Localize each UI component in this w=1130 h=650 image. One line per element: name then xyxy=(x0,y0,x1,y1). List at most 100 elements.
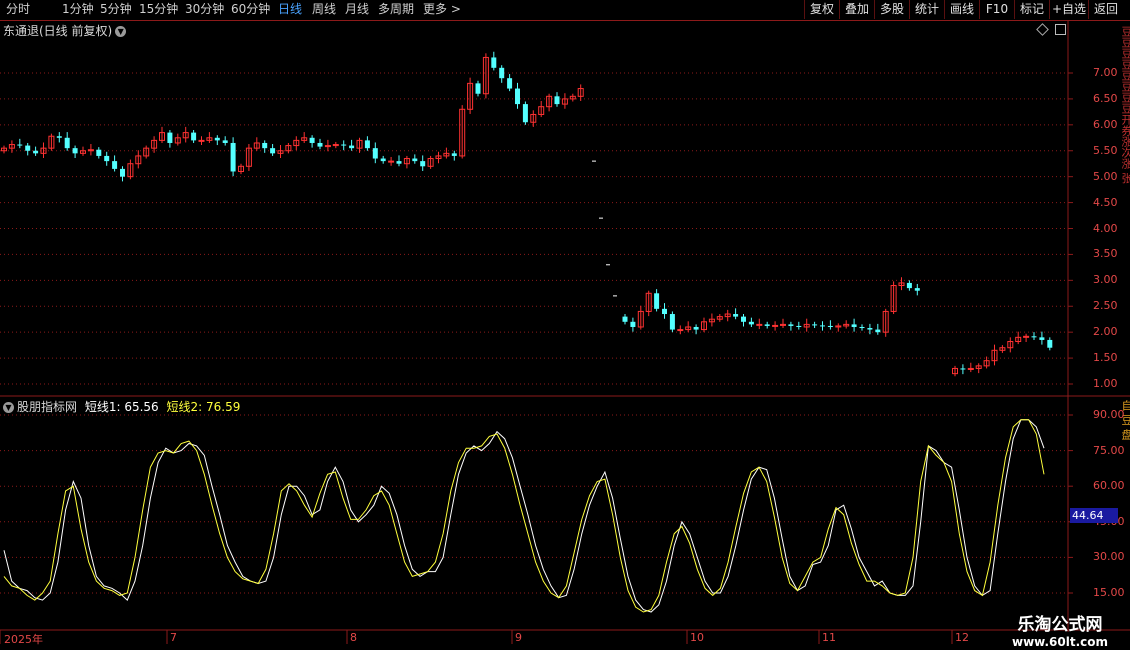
candle-body xyxy=(499,67,505,79)
line1-label: 短线1: 65.56 xyxy=(84,400,159,414)
candle-body xyxy=(230,142,236,172)
watermark-url: www.60lt.com xyxy=(1011,635,1109,649)
candle-body xyxy=(741,316,746,322)
candle-body xyxy=(827,325,833,327)
price-tick: 6.00 xyxy=(1093,117,1118,131)
candle-body xyxy=(796,325,802,327)
candle-body xyxy=(167,132,173,143)
candle-body xyxy=(859,326,865,329)
candle-body xyxy=(198,139,205,142)
candle-body xyxy=(772,324,779,327)
candle-body xyxy=(654,293,660,309)
candle-body xyxy=(522,104,528,123)
candle-body xyxy=(380,158,386,162)
candle-body xyxy=(420,161,426,167)
x-tick: 8 xyxy=(350,631,357,644)
candle-body xyxy=(906,282,912,289)
price-tick: 4.00 xyxy=(1093,221,1118,235)
indicator-title-row: ▼ 股朋指标网 短线1: 65.56 短线2: 76.59 xyxy=(3,398,240,415)
x-tick: 11 xyxy=(822,631,836,644)
candle-body xyxy=(112,161,118,169)
candle-body xyxy=(756,323,763,326)
candle-body xyxy=(630,321,636,327)
candle-body xyxy=(96,149,102,156)
candle-body xyxy=(867,328,873,330)
candle-body xyxy=(507,78,513,89)
candle-body xyxy=(270,148,276,154)
line2-label: 短线2: 76.59 xyxy=(166,400,241,414)
candle-body xyxy=(491,57,497,68)
watermark-name: 乐淘公式网 xyxy=(1017,615,1103,635)
candle-body xyxy=(364,140,370,149)
price-tick: 3.50 xyxy=(1093,247,1118,261)
indicator-line-1 xyxy=(3,419,1045,613)
price-tick: 7.00 xyxy=(1093,66,1118,79)
x-tick: 7 xyxy=(170,631,177,644)
candle-body xyxy=(820,325,825,327)
candle-body xyxy=(914,288,920,291)
candle-body xyxy=(669,314,675,330)
candle-body xyxy=(1031,336,1037,338)
candle-body xyxy=(191,132,197,141)
candle-body xyxy=(317,142,323,147)
indicator-line-2 xyxy=(3,419,1045,613)
x-tick: 2025年 xyxy=(4,633,43,646)
x-tick: 12 xyxy=(955,631,969,644)
candle-body xyxy=(222,140,228,143)
price-tick: 1.50 xyxy=(1093,351,1118,365)
candle-body xyxy=(662,308,667,315)
candle-body xyxy=(412,158,418,162)
candle-body xyxy=(120,168,125,177)
candle-body xyxy=(396,161,402,164)
price-tick: 5.50 xyxy=(1093,143,1118,157)
candle-body xyxy=(748,321,754,325)
candle-body xyxy=(812,324,818,326)
candle-body xyxy=(451,153,457,156)
indicator-tick: 90.00 xyxy=(1093,408,1125,421)
candle-body xyxy=(262,142,268,149)
candle-body xyxy=(693,326,699,330)
candle-body xyxy=(851,324,857,327)
candle-body xyxy=(388,160,395,163)
candle-body xyxy=(349,145,355,149)
candle-body xyxy=(309,137,315,143)
candle-body xyxy=(33,150,39,154)
candle-body xyxy=(64,137,70,149)
candle-body xyxy=(372,148,378,159)
candle-body xyxy=(17,144,23,146)
price-tick: 6.50 xyxy=(1093,91,1118,105)
candle-body xyxy=(677,329,684,332)
candle-body xyxy=(25,145,31,151)
candle-body xyxy=(960,368,966,370)
chevron-down-icon[interactable]: ▼ xyxy=(3,402,14,413)
candle-body xyxy=(788,324,794,326)
candle-body xyxy=(1039,337,1045,340)
indicator-tick: 15.00 xyxy=(1093,586,1125,599)
candle-body xyxy=(554,96,560,105)
candle-body xyxy=(341,144,347,146)
x-tick: 9 xyxy=(515,631,522,644)
kline-chart[interactable] xyxy=(0,0,1130,650)
indicator-tick: 75.00 xyxy=(1093,443,1125,457)
candle-body xyxy=(56,136,62,138)
candle-body xyxy=(875,329,881,333)
price-tick: 3.00 xyxy=(1093,273,1118,287)
candle-body xyxy=(475,83,481,94)
candle-body xyxy=(72,148,78,154)
price-tick: 2.50 xyxy=(1093,299,1118,313)
price-tick: 2.00 xyxy=(1093,325,1118,339)
indicator-tick: 60.00 xyxy=(1093,479,1125,493)
candle-body xyxy=(104,155,110,162)
candle-body xyxy=(1047,339,1053,348)
watermark: 乐淘公式网 www.60lt.com xyxy=(1000,610,1120,649)
price-tick: 4.50 xyxy=(1093,195,1118,209)
candle-body xyxy=(622,316,628,322)
candle-body xyxy=(214,137,220,141)
candle-body xyxy=(733,314,739,317)
price-tick: 1.00 xyxy=(1093,377,1118,390)
current-value-badge: 44.64 xyxy=(1070,508,1118,523)
x-tick: 10 xyxy=(690,631,704,644)
indicator-tick: 30.00 xyxy=(1093,550,1125,564)
price-tick: 5.00 xyxy=(1093,169,1118,183)
candle-body xyxy=(764,324,770,326)
